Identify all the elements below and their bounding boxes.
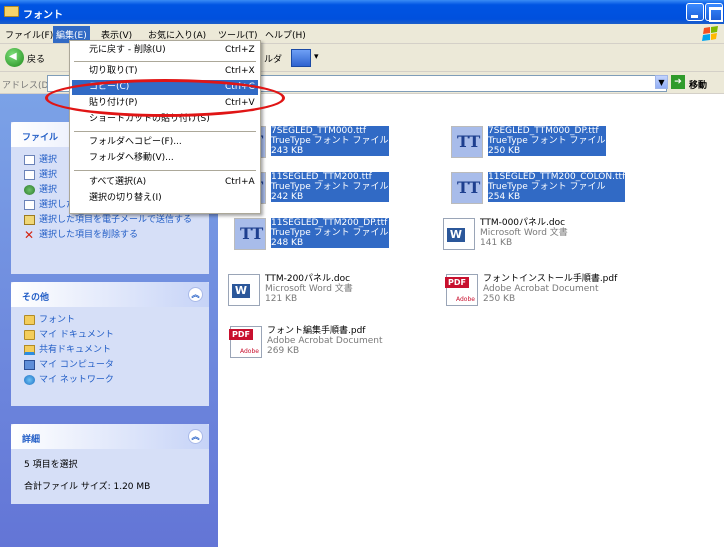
windows-logo-icon: [702, 26, 718, 41]
details-title: 詳細: [22, 435, 41, 445]
collapse-chevron-icon[interactable]: ︽: [188, 287, 203, 302]
details-header[interactable]: 詳細 ︽: [11, 424, 209, 449]
place-my-network[interactable]: マイ ネットワーク: [24, 375, 201, 386]
folder-icon: [4, 6, 19, 17]
place-my-documents[interactable]: マイ ドキュメント: [24, 330, 201, 341]
pdf-document-icon: [229, 326, 262, 358]
file-tasks-title: ファイル: [22, 133, 59, 143]
menu-help[interactable]: ヘルプ(H): [265, 28, 306, 41]
truetype-font-icon: [234, 218, 266, 250]
my-documents-icon: [24, 330, 35, 340]
menu-item-copy-to-folder[interactable]: フォルダへコピー(F)...: [72, 135, 258, 150]
menu-item-paste-shortcut[interactable]: ショートカットの貼り付け(S): [72, 112, 258, 127]
place-shared-documents[interactable]: 共有ドキュメント: [24, 345, 201, 356]
minimize-button[interactable]: [686, 3, 704, 21]
other-places-header[interactable]: その他 ︽: [11, 282, 209, 307]
rename-icon: [24, 155, 35, 165]
menu-item-paste[interactable]: 貼り付け(P) Ctrl+V: [72, 96, 258, 111]
menu-separator: [74, 61, 256, 62]
delete-icon: ✕: [24, 228, 35, 242]
folders-button-label[interactable]: ルダ: [264, 52, 282, 65]
other-places-panel: その他 ︽ フォント マイ ドキュメント 共有ドキュメント マイ コンピュータ …: [11, 282, 209, 406]
word-document-icon: [443, 218, 475, 250]
email-icon: [24, 215, 35, 225]
place-my-computer[interactable]: マイ コンピュータ: [24, 360, 201, 371]
truetype-font-icon: [451, 172, 483, 204]
menu-item-copy[interactable]: コピー(C) Ctrl+C: [72, 80, 258, 95]
folder-icon: [24, 315, 35, 325]
menu-item-select-all[interactable]: すべて選択(A) Ctrl+A: [72, 175, 258, 190]
window-title: フォント: [23, 10, 63, 21]
details-panel: 詳細 ︽ 5 項目を選択 合計ファイル サイズ: 1.20 MB: [11, 424, 209, 504]
menu-item-undo[interactable]: 元に戻す - 削除(U) Ctrl+Z: [72, 43, 258, 58]
total-file-size: 合計ファイル サイズ: 1.20 MB: [24, 482, 151, 492]
back-button-label[interactable]: 戻る: [27, 52, 45, 65]
back-arrow-icon[interactable]: [5, 48, 24, 67]
copy-icon: [24, 200, 35, 210]
pdf-document-icon: [445, 274, 478, 306]
task-email[interactable]: 選択した項目を電子メールで送信する: [24, 215, 201, 226]
menu-separator: [74, 170, 256, 171]
go-arrow-icon[interactable]: ➔: [671, 75, 685, 89]
go-button-label[interactable]: 移動: [689, 78, 707, 91]
other-places-title: その他: [22, 293, 50, 303]
menu-item-move-to-folder[interactable]: フォルダへ移動(V)...: [72, 151, 258, 166]
edit-menu-dropdown: 元に戻す - 削除(U) Ctrl+Z 切り取り(T) Ctrl+X コピー(C) C…: [69, 40, 261, 214]
collapse-chevron-icon[interactable]: ︽: [188, 429, 203, 444]
menu-file[interactable]: ファイル(F): [5, 28, 53, 41]
shared-folder-icon: [24, 345, 35, 355]
network-icon: [24, 375, 35, 385]
task-delete[interactable]: ✕ 選択した項目を削除する: [24, 228, 201, 242]
truetype-font-icon: [451, 126, 483, 158]
menu-separator: [74, 131, 256, 132]
file-list: 7SEGLED_TTM000.ttfTrueType フォント ファイル243 …: [218, 94, 724, 547]
publish-web-icon: [24, 185, 35, 195]
chevron-down-icon[interactable]: ▼: [655, 75, 668, 89]
views-icon[interactable]: [291, 49, 319, 67]
maximize-button[interactable]: [705, 3, 723, 22]
computer-icon: [24, 360, 35, 370]
move-icon: [24, 170, 35, 180]
word-document-icon: [228, 274, 260, 306]
menu-item-cut[interactable]: 切り取り(T) Ctrl+X: [72, 64, 258, 79]
selection-count: 5 項目を選択: [24, 460, 78, 470]
menu-item-invert-selection[interactable]: 選択の切り替え(I): [72, 191, 258, 206]
address-label: アドレス(D): [2, 81, 52, 91]
place-fonts[interactable]: フォント: [24, 315, 201, 326]
title-bar: フォント: [0, 0, 724, 24]
